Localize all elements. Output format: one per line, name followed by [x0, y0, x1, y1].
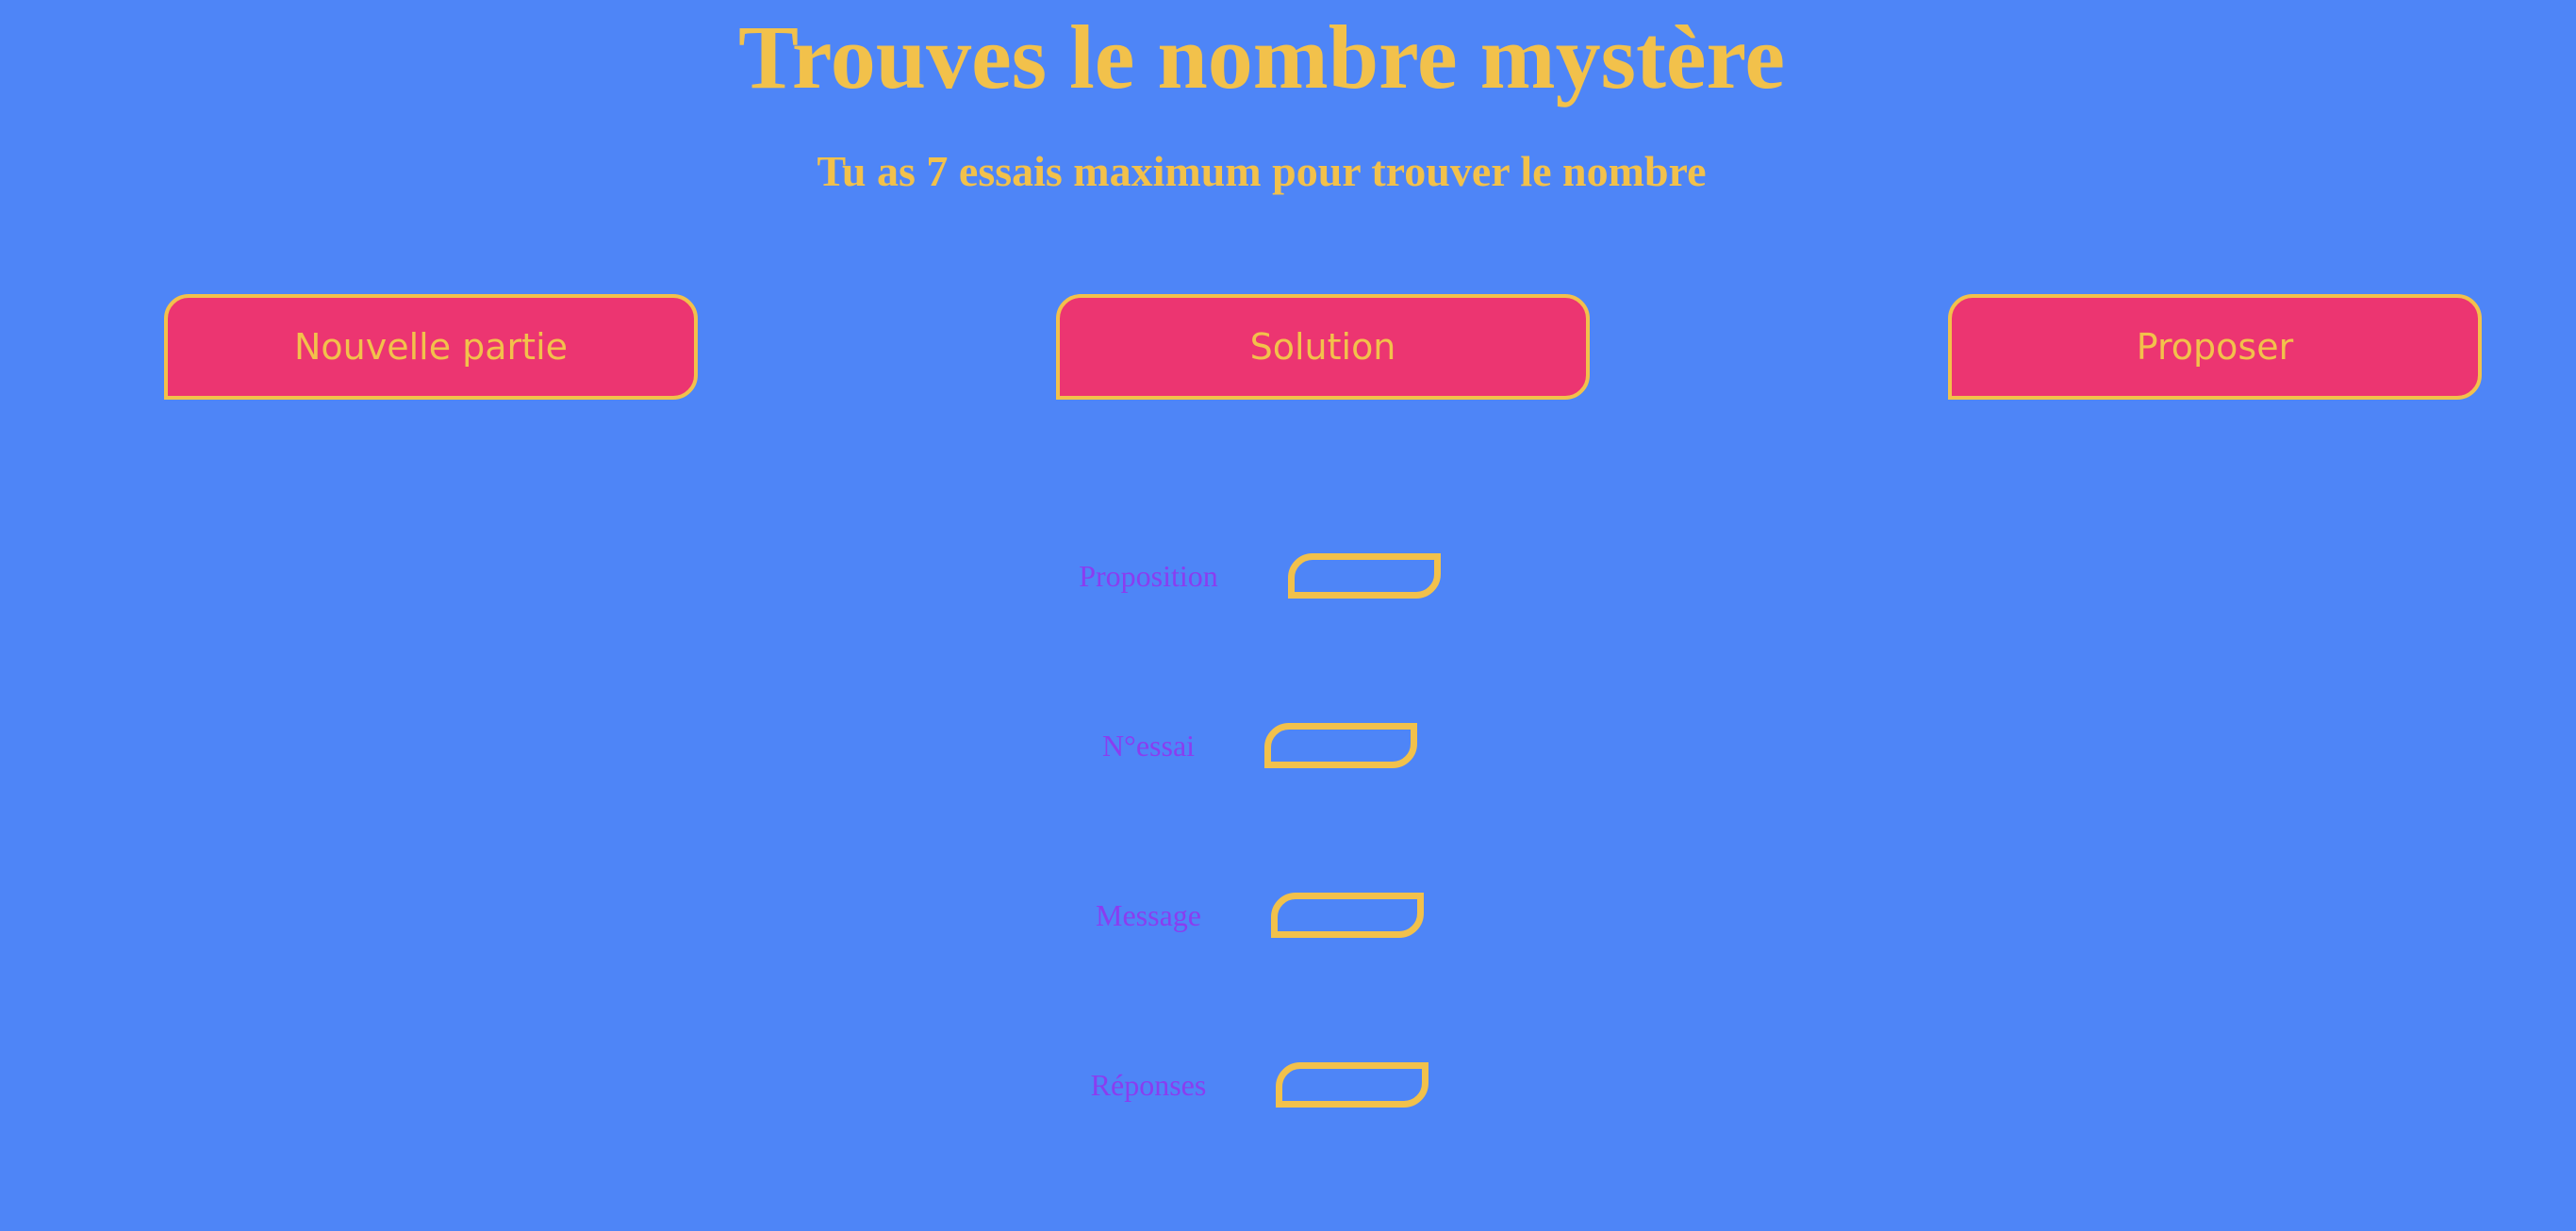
new-game-button[interactable]: Nouvelle partie	[164, 294, 698, 400]
attempt-label: N°essai	[1101, 729, 1196, 763]
proposition-label: Proposition	[1079, 559, 1218, 593]
page-subtitle: Tu as 7 essais maximum pour trouver le n…	[817, 147, 1707, 195]
solution-button[interactable]: Solution	[1056, 294, 1590, 400]
message-field[interactable]	[1271, 893, 1424, 938]
proposition-input[interactable]	[1288, 553, 1441, 599]
message-label: Message	[1096, 898, 1201, 932]
page-title: Trouves le nombre mystère	[737, 7, 1786, 107]
responses-field[interactable]	[1276, 1062, 1428, 1108]
responses-label: Réponses	[1090, 1068, 1207, 1102]
propose-button[interactable]: Proposer	[1948, 294, 2482, 400]
attempt-number-field[interactable]	[1264, 723, 1417, 768]
